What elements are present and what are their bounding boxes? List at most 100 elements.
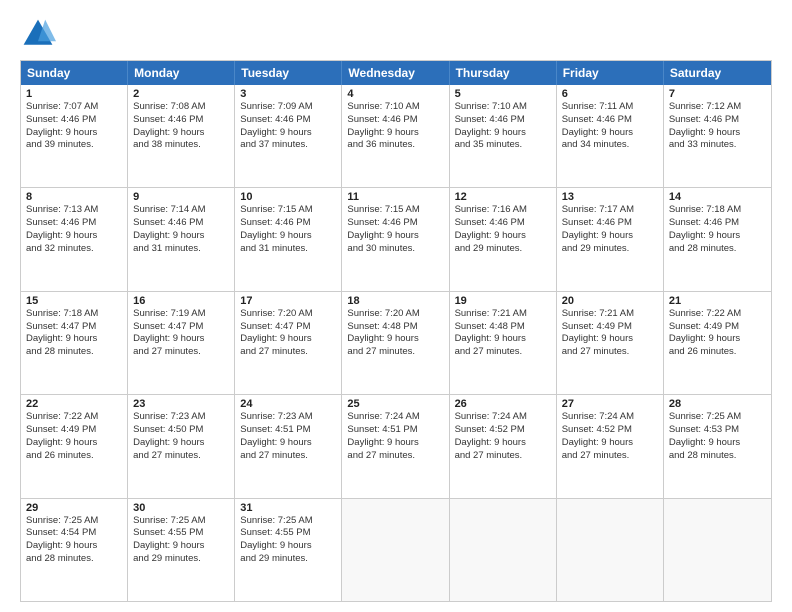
calendar-cell-30: 30Sunrise: 7:25 AMSunset: 4:55 PMDayligh… <box>128 499 235 601</box>
day-number: 9 <box>133 191 229 203</box>
cell-line: and 38 minutes. <box>133 139 229 152</box>
day-number: 19 <box>455 295 551 307</box>
cell-line: Daylight: 9 hours <box>455 333 551 346</box>
cell-line: Sunset: 4:52 PM <box>562 424 658 437</box>
cell-line: Sunset: 4:46 PM <box>133 114 229 127</box>
cell-line: Sunrise: 7:22 AM <box>669 308 766 321</box>
calendar-cell-7: 7Sunrise: 7:12 AMSunset: 4:46 PMDaylight… <box>664 85 771 187</box>
cell-line: and 27 minutes. <box>133 450 229 463</box>
cell-line: Sunset: 4:46 PM <box>455 114 551 127</box>
calendar-cell-10: 10Sunrise: 7:15 AMSunset: 4:46 PMDayligh… <box>235 188 342 290</box>
cell-line: Sunset: 4:52 PM <box>455 424 551 437</box>
day-number: 13 <box>562 191 658 203</box>
calendar-cell-14: 14Sunrise: 7:18 AMSunset: 4:46 PMDayligh… <box>664 188 771 290</box>
day-number: 7 <box>669 88 766 100</box>
cell-line: Sunrise: 7:17 AM <box>562 204 658 217</box>
day-number: 16 <box>133 295 229 307</box>
cell-line: and 31 minutes. <box>240 243 336 256</box>
day-number: 17 <box>240 295 336 307</box>
cell-line: Sunset: 4:46 PM <box>669 217 766 230</box>
calendar-cell-3: 3Sunrise: 7:09 AMSunset: 4:46 PMDaylight… <box>235 85 342 187</box>
header-day-sunday: Sunday <box>21 61 128 85</box>
cell-line: Sunrise: 7:16 AM <box>455 204 551 217</box>
cell-line: and 28 minutes. <box>669 243 766 256</box>
cell-line: Sunset: 4:46 PM <box>133 217 229 230</box>
cell-line: and 29 minutes. <box>455 243 551 256</box>
cell-line: Sunrise: 7:15 AM <box>347 204 443 217</box>
calendar-cell-22: 22Sunrise: 7:22 AMSunset: 4:49 PMDayligh… <box>21 395 128 497</box>
cell-line: Daylight: 9 hours <box>347 127 443 140</box>
calendar-row-1: 8Sunrise: 7:13 AMSunset: 4:46 PMDaylight… <box>21 187 771 290</box>
cell-line: Daylight: 9 hours <box>240 230 336 243</box>
day-number: 23 <box>133 398 229 410</box>
cell-line: Sunrise: 7:10 AM <box>347 101 443 114</box>
cell-line: Sunrise: 7:20 AM <box>347 308 443 321</box>
cell-line: and 27 minutes. <box>455 346 551 359</box>
cell-line: and 28 minutes. <box>26 553 122 566</box>
day-number: 5 <box>455 88 551 100</box>
logo <box>20 16 60 52</box>
cell-line: Daylight: 9 hours <box>240 540 336 553</box>
cell-line: Daylight: 9 hours <box>669 437 766 450</box>
cell-line: Sunrise: 7:24 AM <box>562 411 658 424</box>
cell-line: Daylight: 9 hours <box>133 127 229 140</box>
calendar-cell-13: 13Sunrise: 7:17 AMSunset: 4:46 PMDayligh… <box>557 188 664 290</box>
cell-line: Daylight: 9 hours <box>562 437 658 450</box>
cell-line: Sunset: 4:55 PM <box>133 527 229 540</box>
cell-line: and 27 minutes. <box>240 450 336 463</box>
calendar-cell-11: 11Sunrise: 7:15 AMSunset: 4:46 PMDayligh… <box>342 188 449 290</box>
cell-line: Daylight: 9 hours <box>133 333 229 346</box>
calendar-cell-empty-4-4 <box>450 499 557 601</box>
day-number: 14 <box>669 191 766 203</box>
cell-line: and 34 minutes. <box>562 139 658 152</box>
day-number: 10 <box>240 191 336 203</box>
calendar-cell-8: 8Sunrise: 7:13 AMSunset: 4:46 PMDaylight… <box>21 188 128 290</box>
cell-line: and 28 minutes. <box>26 346 122 359</box>
cell-line: Sunrise: 7:24 AM <box>347 411 443 424</box>
cell-line: Sunset: 4:46 PM <box>347 217 443 230</box>
cell-line: Sunset: 4:54 PM <box>26 527 122 540</box>
cell-line: and 27 minutes. <box>347 450 443 463</box>
cell-line: Sunrise: 7:18 AM <box>26 308 122 321</box>
calendar-cell-28: 28Sunrise: 7:25 AMSunset: 4:53 PMDayligh… <box>664 395 771 497</box>
calendar-cell-5: 5Sunrise: 7:10 AMSunset: 4:46 PMDaylight… <box>450 85 557 187</box>
cell-line: Sunset: 4:48 PM <box>455 321 551 334</box>
calendar-cell-29: 29Sunrise: 7:25 AMSunset: 4:54 PMDayligh… <box>21 499 128 601</box>
cell-line: Sunset: 4:46 PM <box>26 114 122 127</box>
cell-line: Daylight: 9 hours <box>133 230 229 243</box>
cell-line: Daylight: 9 hours <box>455 127 551 140</box>
cell-line: Sunset: 4:47 PM <box>240 321 336 334</box>
cell-line: Sunset: 4:49 PM <box>669 321 766 334</box>
cell-line: Sunrise: 7:21 AM <box>562 308 658 321</box>
day-number: 24 <box>240 398 336 410</box>
cell-line: and 27 minutes. <box>562 450 658 463</box>
day-number: 4 <box>347 88 443 100</box>
cell-line: Sunset: 4:46 PM <box>347 114 443 127</box>
day-number: 12 <box>455 191 551 203</box>
calendar-cell-9: 9Sunrise: 7:14 AMSunset: 4:46 PMDaylight… <box>128 188 235 290</box>
calendar-cell-17: 17Sunrise: 7:20 AMSunset: 4:47 PMDayligh… <box>235 292 342 394</box>
calendar-cell-31: 31Sunrise: 7:25 AMSunset: 4:55 PMDayligh… <box>235 499 342 601</box>
cell-line: Sunrise: 7:25 AM <box>669 411 766 424</box>
cell-line: Daylight: 9 hours <box>133 540 229 553</box>
cell-line: Sunset: 4:46 PM <box>240 114 336 127</box>
cell-line: Sunset: 4:50 PM <box>133 424 229 437</box>
logo-icon <box>20 16 56 52</box>
cell-line: Daylight: 9 hours <box>562 230 658 243</box>
cell-line: and 29 minutes. <box>562 243 658 256</box>
cell-line: Sunset: 4:46 PM <box>240 217 336 230</box>
calendar-cell-21: 21Sunrise: 7:22 AMSunset: 4:49 PMDayligh… <box>664 292 771 394</box>
day-number: 3 <box>240 88 336 100</box>
header-day-friday: Friday <box>557 61 664 85</box>
cell-line: Daylight: 9 hours <box>240 127 336 140</box>
cell-line: Daylight: 9 hours <box>347 333 443 346</box>
calendar-cell-empty-4-6 <box>664 499 771 601</box>
cell-line: Sunset: 4:53 PM <box>669 424 766 437</box>
cell-line: Sunrise: 7:23 AM <box>133 411 229 424</box>
cell-line: Sunrise: 7:15 AM <box>240 204 336 217</box>
header-day-tuesday: Tuesday <box>235 61 342 85</box>
cell-line: Daylight: 9 hours <box>133 437 229 450</box>
cell-line: and 32 minutes. <box>26 243 122 256</box>
cell-line: and 29 minutes. <box>240 553 336 566</box>
cell-line: Sunset: 4:49 PM <box>26 424 122 437</box>
